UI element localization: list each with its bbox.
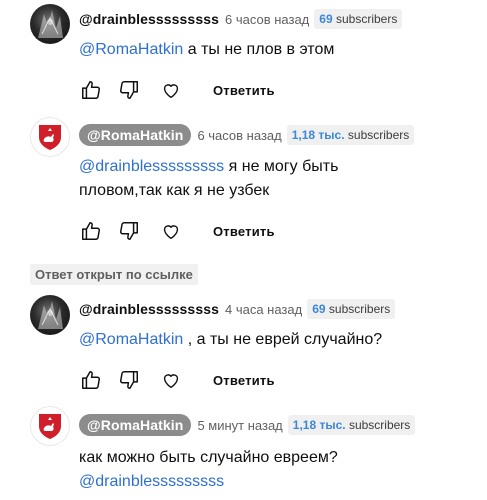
comment-header: @RomaHatkin 6 часов назад 1,18 тыс. subs…	[79, 124, 415, 146]
thumb-down-icon	[120, 371, 138, 389]
heart-icon	[163, 225, 179, 240]
thumb-down-icon	[120, 81, 138, 99]
like-button[interactable]	[79, 78, 103, 102]
subscriber-count: 1,18 тыс.	[291, 128, 345, 142]
mention-link[interactable]: @RomaHatkin	[79, 41, 183, 58]
avatar-image	[38, 10, 63, 38]
comment-actions: Ответить	[79, 218, 275, 244]
heart-button[interactable]	[159, 78, 183, 102]
subscriber-count: 69	[312, 302, 326, 316]
subscriber-label: subscribers	[335, 12, 398, 26]
comment-body: , а ты не еврей случайно?	[183, 331, 383, 348]
thumb-up-icon	[82, 81, 100, 99]
reply-button[interactable]: Ответить	[213, 224, 275, 239]
subscriber-badge: 69 subscribers	[314, 9, 403, 29]
author-name[interactable]: @RomaHatkin	[79, 124, 192, 146]
dislike-button[interactable]	[117, 368, 141, 392]
heart-button[interactable]	[159, 368, 183, 392]
subscriber-label: subscribers	[328, 302, 391, 316]
like-button[interactable]	[79, 368, 103, 392]
dislike-button[interactable]	[117, 219, 141, 243]
mention-link[interactable]: @RomaHatkin	[79, 331, 183, 348]
coat-of-arms-icon	[39, 414, 61, 439]
thumb-up-icon	[82, 371, 100, 389]
reply-button[interactable]: Ответить	[213, 83, 275, 98]
subscriber-badge: 1,18 тыс. subscribers	[287, 415, 416, 435]
comment-text: @RomaHatkin , а ты не еврей случайно?	[79, 328, 469, 352]
timestamp[interactable]: 5 минут назад	[197, 418, 282, 433]
heart-button[interactable]	[159, 219, 183, 243]
comment-body: а ты не плов в этом	[183, 41, 335, 58]
timestamp[interactable]: 6 часов назад	[197, 128, 281, 143]
author-name[interactable]: @RomaHatkin	[79, 414, 192, 436]
timestamp[interactable]: 6 часов назад	[225, 12, 309, 27]
comment-actions: Ответить	[79, 367, 275, 393]
reply-button[interactable]: Ответить	[213, 373, 275, 388]
author-name[interactable]: @drainblesssssssss	[79, 301, 219, 317]
mention-link[interactable]: @drainblesssssssss	[79, 158, 224, 175]
author-name[interactable]: @drainblesssssssss	[79, 11, 219, 27]
thumb-down-icon	[120, 222, 138, 240]
comment-body: как можно быть случайно евреем?	[79, 449, 338, 466]
subscriber-label: subscribers	[348, 418, 411, 432]
avatar[interactable]	[30, 117, 70, 157]
avatar[interactable]	[30, 406, 70, 446]
comment-actions: Ответить	[79, 77, 275, 103]
comment-header: @RomaHatkin 5 минут назад 1,18 тыс. subs…	[79, 414, 416, 436]
timestamp[interactable]: 4 часа назад	[225, 302, 302, 317]
coat-of-arms-icon	[39, 125, 61, 150]
subscriber-badge: 1,18 тыс. subscribers	[286, 125, 415, 145]
linked-reply-label: Ответ открыт по ссылке	[30, 264, 198, 285]
avatar[interactable]	[30, 4, 70, 44]
comment-header: @drainblesssssssss 4 часа назад 69 subsc…	[79, 298, 396, 320]
subscriber-badge: 69 subscribers	[307, 299, 396, 319]
thumb-up-icon	[82, 222, 100, 240]
like-button[interactable]	[79, 219, 103, 243]
subscriber-label: subscribers	[347, 128, 410, 142]
avatar-image	[38, 301, 63, 329]
comment-text: @drainblesssssssss я не могу быть пловом…	[79, 155, 409, 203]
subscriber-count: 69	[319, 12, 333, 26]
mention-link[interactable]: @drainblesssssssss	[79, 470, 469, 494]
subscriber-count: 1,18 тыс.	[292, 418, 346, 432]
heart-icon	[163, 84, 179, 99]
heart-icon	[163, 374, 179, 389]
comment-header: @drainblesssssssss 6 часов назад 69 subs…	[79, 8, 403, 30]
avatar[interactable]	[30, 295, 70, 335]
comment-text: @RomaHatkin а ты не плов в этом	[79, 38, 469, 62]
comment-text: как можно быть случайно евреем? @drainbl…	[79, 446, 469, 494]
dislike-button[interactable]	[117, 78, 141, 102]
